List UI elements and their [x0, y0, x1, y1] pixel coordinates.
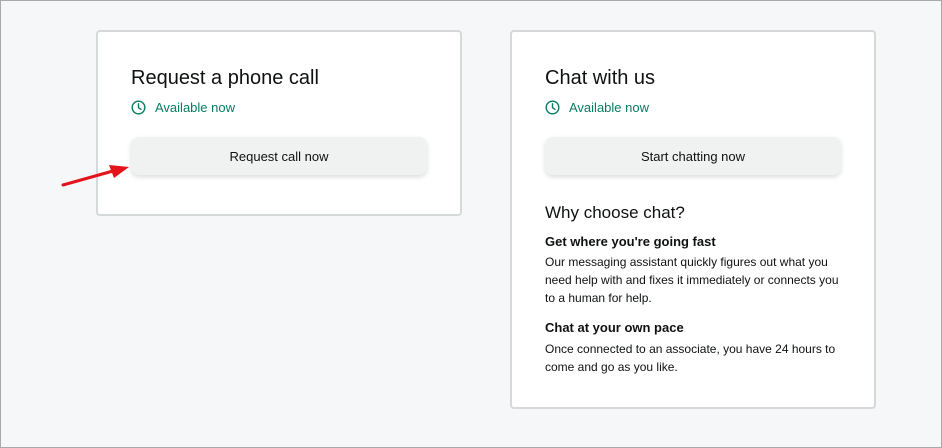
phone-call-card: Request a phone call Available now Reque…: [96, 30, 462, 216]
availability-label: Available now: [569, 100, 649, 115]
card-title: Request a phone call: [131, 67, 319, 89]
chat-card: Chat with us Available now Start chattin…: [510, 30, 876, 409]
availability-status: Available now: [131, 100, 235, 115]
section-body: Once connected to an associate, you have…: [545, 342, 836, 374]
section-heading: Get where you're going fast: [545, 234, 716, 249]
clock-icon: [131, 100, 146, 115]
availability-label: Available now: [155, 100, 235, 115]
start-chat-button[interactable]: Start chatting now: [545, 137, 841, 175]
card-title: Chat with us: [545, 67, 656, 89]
section-heading: Chat at your own pace: [545, 320, 684, 335]
red-arrow-icon: [61, 165, 129, 187]
request-call-button[interactable]: Request call now: [131, 137, 427, 175]
availability-status: Available now: [545, 100, 649, 115]
section-body: Our messaging assistant quickly figures …: [545, 255, 839, 305]
why-chat-heading: Why choose chat?: [545, 203, 685, 222]
clock-icon: [545, 100, 560, 115]
